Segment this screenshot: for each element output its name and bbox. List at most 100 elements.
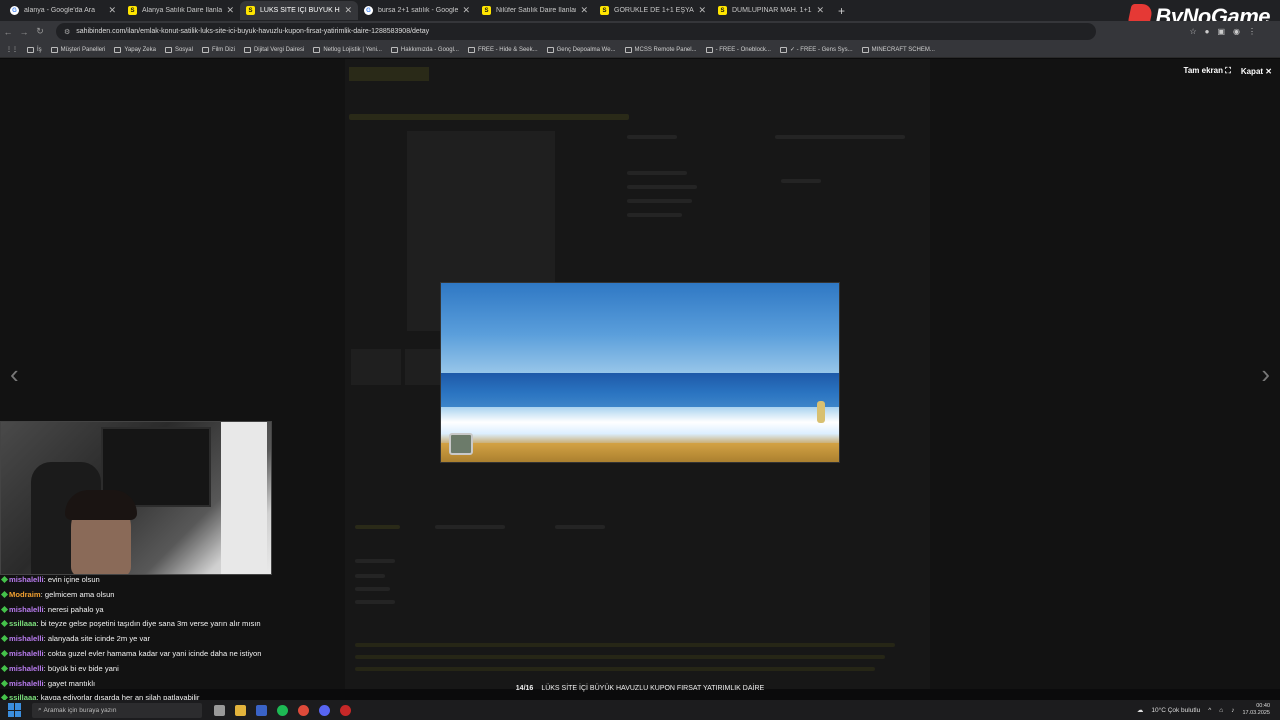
chat-username: mishalelli <box>9 575 44 584</box>
bookmark-item[interactable]: Yapay Zeka <box>114 46 156 53</box>
bookmark-item[interactable]: FREE - Hide & Seek... <box>467 46 538 53</box>
app-icon[interactable] <box>256 704 267 716</box>
browser-tab[interactable]: Gbursa 2+1 satılık - Google'da A✕ <box>358 1 476 20</box>
tab-title: Nilüfer Satılık Daire İlanları ve S <box>496 7 576 14</box>
streamer-webcam <box>0 421 272 575</box>
fullscreen-button[interactable]: Tam ekran ⛶ <box>1184 66 1231 76</box>
bookmark-star-icon[interactable]: ☆ <box>1189 27 1196 36</box>
browser-tab[interactable]: Galanya - Google'da Ara ✕ <box>4 1 122 20</box>
system-tray: ☁ 10°C Çok bulutlu ^ ⌂ ♪ 00:40 17.03.202… <box>1137 703 1280 717</box>
url-field[interactable]: ⚙ sahibinden.com/ilan/emlak-konut-satili… <box>56 23 1096 40</box>
chat-text: alanyada site icinde 2m ye var <box>47 634 151 644</box>
dimmed-tab <box>355 525 400 529</box>
windows-start-icon[interactable] <box>8 703 22 717</box>
obs-icon[interactable] <box>340 704 351 716</box>
task-view-icon[interactable] <box>214 704 225 716</box>
close-icon[interactable]: ✕ <box>580 5 588 16</box>
close-icon[interactable]: ✕ <box>816 5 824 16</box>
site-info-icon[interactable]: ⚙ <box>64 28 70 36</box>
previous-photo-chevron-left-icon[interactable]: ‹ <box>10 359 19 390</box>
bookmark-item[interactable]: Sosyal <box>164 46 193 53</box>
chat-message: mishalelli: neresi pahalo ya <box>0 603 342 618</box>
apps-grid-icon[interactable]: ⋮⋮ <box>6 46 18 53</box>
network-icon[interactable]: ⌂ <box>1219 707 1223 714</box>
bookmark-item[interactable]: MINECRAFT SCHEM... <box>861 46 935 53</box>
close-icon[interactable]: ✕ <box>462 5 470 16</box>
chat-username: mishalelli <box>9 604 44 614</box>
spotify-icon[interactable] <box>277 704 288 716</box>
bookmark-item[interactable]: Film Dizi <box>201 46 235 53</box>
site-icon <box>705 46 713 53</box>
back-icon[interactable]: ← <box>0 27 16 37</box>
dimmed-thumb <box>405 349 441 385</box>
close-icon[interactable]: ✕ <box>108 5 116 16</box>
volume-icon[interactable]: ♪ <box>1231 707 1234 714</box>
bookmark-label: FREE - Hide & Seek... <box>477 46 538 53</box>
lightbox-controls: Tam ekran ⛶ Kapat ✕ <box>1184 66 1272 76</box>
new-tab-button[interactable]: + <box>838 4 845 18</box>
dimmed-detail <box>627 185 697 189</box>
chat-text: büyük bi ev bide yani <box>47 663 119 673</box>
browser-tab[interactable]: S DUMLUPINAR MAH. 1+1 FULL ✕ <box>712 1 830 20</box>
weather-icon: ☁ <box>1136 707 1144 714</box>
reload-icon[interactable]: ↻ <box>32 26 48 37</box>
dimmed-tab <box>435 525 505 529</box>
taskbar-search[interactable]: ⌕ Aramak için buraya yazın <box>32 702 202 718</box>
chat-message: mishalelli: büyük bi ev bide yani <box>0 662 342 677</box>
folder-icon <box>201 46 209 53</box>
profile-icon[interactable]: ◉ <box>1233 27 1240 36</box>
chat-badge-icon <box>0 635 9 643</box>
close-lightbox-button[interactable]: Kapat ✕ <box>1241 67 1272 76</box>
browser-tab[interactable]: S GÖRÜKLE DE 1+1 EŞYALI SATIL ✕ <box>594 1 712 20</box>
next-photo-chevron-right-icon[interactable]: › <box>1261 359 1270 390</box>
photo-caption: LÜKS SİTE İÇİ BÜYÜK HAVUZLU KUPON FIRSAT… <box>541 685 765 692</box>
site-icon <box>861 46 869 53</box>
weather-text[interactable]: 10°C Çok bulutlu <box>1151 707 1200 714</box>
bookmark-item[interactable]: Hakkımızda - Googl... <box>390 46 459 53</box>
photo-sand <box>441 443 839 462</box>
sahibinden-icon: S <box>718 6 727 15</box>
tab-title: LÜKS SİTE İÇİ BÜYÜK HAVUZLU <box>260 7 340 14</box>
photo-sky <box>441 283 839 376</box>
dimmed-detail <box>627 171 687 175</box>
close-icon[interactable]: ✕ <box>344 5 352 16</box>
dimmed-tab <box>555 525 605 529</box>
bookmark-item[interactable]: Genç Depoalma We... <box>546 46 616 53</box>
dimmed-site-logo <box>349 67 429 81</box>
bookmark-item[interactable]: İş <box>27 46 42 53</box>
close-icon[interactable]: ✕ <box>226 5 234 16</box>
browser-tab-strip: Galanya - Google'da Ara ✕ S Alanya Satılık… <box>0 0 1280 21</box>
bookmark-label: Hakkımızda - Googl... <box>400 46 459 53</box>
extension-icon[interactable]: ● <box>1205 27 1210 36</box>
clock[interactable]: 00:40 17.03.2025 <box>1242 703 1270 717</box>
browser-tab[interactable]: S Alanya Satılık Daire İlanları ve S✕ <box>122 1 240 20</box>
bookmark-label: - FREE - Oneblock... <box>715 46 771 53</box>
google-icon: G <box>10 6 19 15</box>
bookmark-item[interactable]: Dijital Vergi Dairesi <box>243 46 304 53</box>
dimmed-title <box>349 114 629 120</box>
site-icon <box>779 46 787 53</box>
chat-username: mishalelli <box>9 648 44 658</box>
dimmed-seller-bar <box>775 135 905 139</box>
tab-title: Alanya Satılık Daire İlanları ve S <box>142 7 223 14</box>
bookmark-item[interactable]: Müşteri Panelleri <box>50 46 105 53</box>
forward-icon[interactable]: → <box>16 27 32 37</box>
menu-icon[interactable]: ⋮ <box>1248 27 1256 36</box>
browser-tab[interactable]: S Nilüfer Satılık Daire İlanları ve S ✕ <box>476 1 594 20</box>
bookmark-item[interactable]: Netlog Lojistik | Yeni... <box>313 46 382 53</box>
tray-chevron-up-icon[interactable]: ^ <box>1208 707 1211 714</box>
chat-text: gelmicem ama olsun <box>44 589 115 599</box>
browser-tab-active[interactable]: S LÜKS SİTE İÇİ BÜYÜK HAVUZLU ✕ <box>240 1 358 20</box>
dimmed-description <box>355 667 875 671</box>
close-icon[interactable]: ✕ <box>698 5 706 16</box>
file-explorer-icon[interactable] <box>235 704 246 716</box>
bookmark-item[interactable]: ✓ - FREE - Gens Sys... <box>779 46 853 53</box>
discord-icon[interactable] <box>319 704 330 716</box>
bookmark-item[interactable]: MCSS Remote Panel... <box>624 46 697 53</box>
folder-icon <box>164 46 172 53</box>
sahibinden-icon: S <box>482 6 491 15</box>
extensions-puzzle-icon[interactable]: ▣ <box>1217 27 1225 36</box>
bookmark-item[interactable]: - FREE - Oneblock... <box>705 46 771 53</box>
chrome-icon[interactable] <box>298 704 309 716</box>
url-text: sahibinden.com/ilan/emlak-konut-satilik-… <box>76 28 430 35</box>
